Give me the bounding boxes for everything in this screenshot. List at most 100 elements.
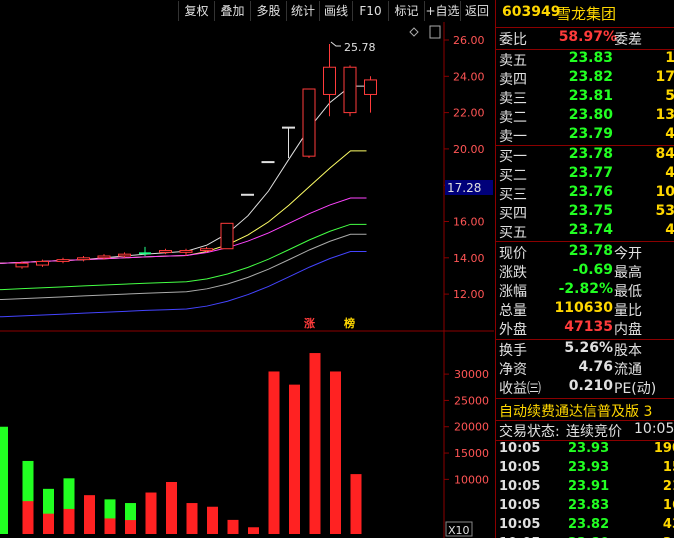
bid-level-label: 买二 [499,168,527,184]
fund-label-secondary: 股本 [614,343,642,359]
candle-body[interactable] [323,66,336,95]
volume-bar[interactable] [350,474,362,534]
candle-body[interactable] [56,259,70,262]
candle-body[interactable] [15,262,29,268]
stat-row[interactable]: 外盘 47135 内盘 [496,319,674,338]
stat-row[interactable]: 现价 23.78 今开 [496,243,674,262]
stat-label-secondary: 最低 [614,284,642,300]
candle-body[interactable] [97,255,111,259]
trade-row[interactable]: 10:05 23.82 43 [496,517,674,536]
volume-bar[interactable] [289,384,300,534]
ask-price: 23.83 [568,50,613,66]
volume-bar-overlay [104,518,116,534]
trade-row[interactable]: 10:05 23.91 21 [496,479,674,498]
scrolling-ticker[interactable]: 自动续费通达信普及版 3 [499,401,652,421]
candle-body[interactable] [200,248,213,252]
volume-bar[interactable] [207,506,218,534]
bid-row[interactable]: 买三 23.76 10 [496,184,674,203]
toolbar-button-back[interactable]: 返回 [460,1,493,21]
trade-row[interactable]: 10:05 23.93 15 [496,460,674,479]
stat-value: 23.78 [568,243,613,259]
trade-time: 10:05 [499,498,541,513]
ranking-badge[interactable]: 榜 [344,316,355,330]
volume-bar-overlay [63,508,75,534]
volume-bar[interactable] [186,503,198,534]
ask-level-label: 卖三 [499,91,527,107]
candle-body[interactable] [241,193,254,196]
price-axis-label: 14.00 [453,252,485,265]
candle-body[interactable] [261,161,275,164]
toolbar-button-f10[interactable]: F10 [352,1,388,21]
stat-row[interactable]: 涨跌 -0.69 最高 [496,262,674,281]
trade-price: 23.91 [568,479,610,494]
toolbar-button-multi-stock[interactable]: 多股 [250,1,286,21]
volume-bar[interactable] [0,426,8,534]
stat-row[interactable]: 涨幅 -2.82% 最低 [496,281,674,300]
candle-body[interactable] [139,252,151,255]
trade-row[interactable]: 10:05 23.93 190 [496,441,674,460]
stat-row[interactable]: 总量 110630 量比 [496,300,674,319]
candle-body[interactable] [179,250,193,253]
volume-panel[interactable]: 30000 25000 20000 15000 10000 X10 [0,332,494,538]
trade-status-row: 交易状态: 连续竞价 10:05 [496,421,674,440]
volume-bar[interactable] [84,495,95,534]
volume-bar[interactable] [166,482,177,534]
ask-level-label: 卖二 [499,110,527,126]
trade-price: 23.83 [568,498,610,513]
limit-up-badge[interactable]: 涨 [304,316,315,330]
candle-body[interactable] [220,222,234,250]
candle-body[interactable] [118,253,131,257]
bid-row[interactable]: 买一 23.78 84 [496,146,674,165]
bid-row[interactable]: 买四 23.75 53 [496,203,674,222]
fund-row[interactable]: 净资 4.76 流通 [496,359,674,378]
trade-time: 10:05 [499,517,541,532]
kline-price-panel[interactable]: 26.0024.0022.0020.0018.0016.0014.0012.00… [0,22,494,332]
stock-title: 603949 雪龙集团 [496,0,674,28]
volume-bar[interactable] [268,371,280,534]
candle-body[interactable] [364,79,377,95]
volume-bar[interactable] [248,527,259,534]
trade-volume: 16 [662,498,674,513]
stat-value: -0.69 [572,262,613,278]
candle-body[interactable] [77,257,90,261]
bid-row[interactable]: 买二 23.77 4 [496,165,674,184]
fund-label: 换手 [499,343,527,359]
toolbar-button-draw-line[interactable]: 画线 [319,1,352,21]
fund-value: 5.26% [564,340,613,356]
toolbar-button-mark[interactable]: 标记 [388,1,424,21]
diamond-icon[interactable] [409,27,419,37]
fund-row[interactable]: 换手 5.26% 股本 [496,340,674,359]
trade-price: 23.93 [568,460,610,475]
fund-row[interactable]: 收益㈢ 0.210 PE(动) [496,378,674,397]
volume-axis-label: 30000 [454,368,489,381]
candle-body[interactable] [159,250,172,253]
candle-body[interactable] [36,260,49,266]
volume-bar[interactable] [227,519,239,534]
toolbar-button-add-watchlist[interactable]: +自选 [424,1,460,21]
ma20-line [0,197,367,264]
toolbar-button-statistics[interactable]: 统计 [286,1,319,21]
trade-row[interactable]: 10:05 23.83 16 [496,498,674,517]
ask-row[interactable]: 卖一 23.79 4 [496,126,674,145]
fund-label-secondary: PE(动) [614,381,657,397]
toolbar-button-fuquan[interactable]: 复权 [178,1,214,21]
volume-bar[interactable] [145,492,157,534]
fund-value: 4.76 [578,359,613,375]
ask-row[interactable]: 卖五 23.83 1 [496,50,674,69]
current-price-tag: 17.28 [447,181,481,195]
volume-bar[interactable] [309,353,321,534]
trade-time: 10:05 [499,460,541,475]
bid-volume: 53 [655,203,674,219]
trade-time: 10:05 [499,479,541,494]
trade-volume: 43 [662,517,674,532]
bid-row[interactable]: 买五 23.74 4 [496,222,674,241]
ask-row[interactable]: 卖三 23.81 5 [496,88,674,107]
toolbar-button-overlay[interactable]: 叠加 [214,1,250,21]
scroll-box-icon[interactable] [429,25,441,39]
candle-body[interactable] [302,88,316,157]
candle-body[interactable] [282,126,295,129]
candle-body[interactable] [343,66,357,114]
ask-row[interactable]: 卖四 23.82 17 [496,69,674,88]
volume-bar[interactable] [330,371,341,534]
ask-row[interactable]: 卖二 23.80 13 [496,107,674,126]
